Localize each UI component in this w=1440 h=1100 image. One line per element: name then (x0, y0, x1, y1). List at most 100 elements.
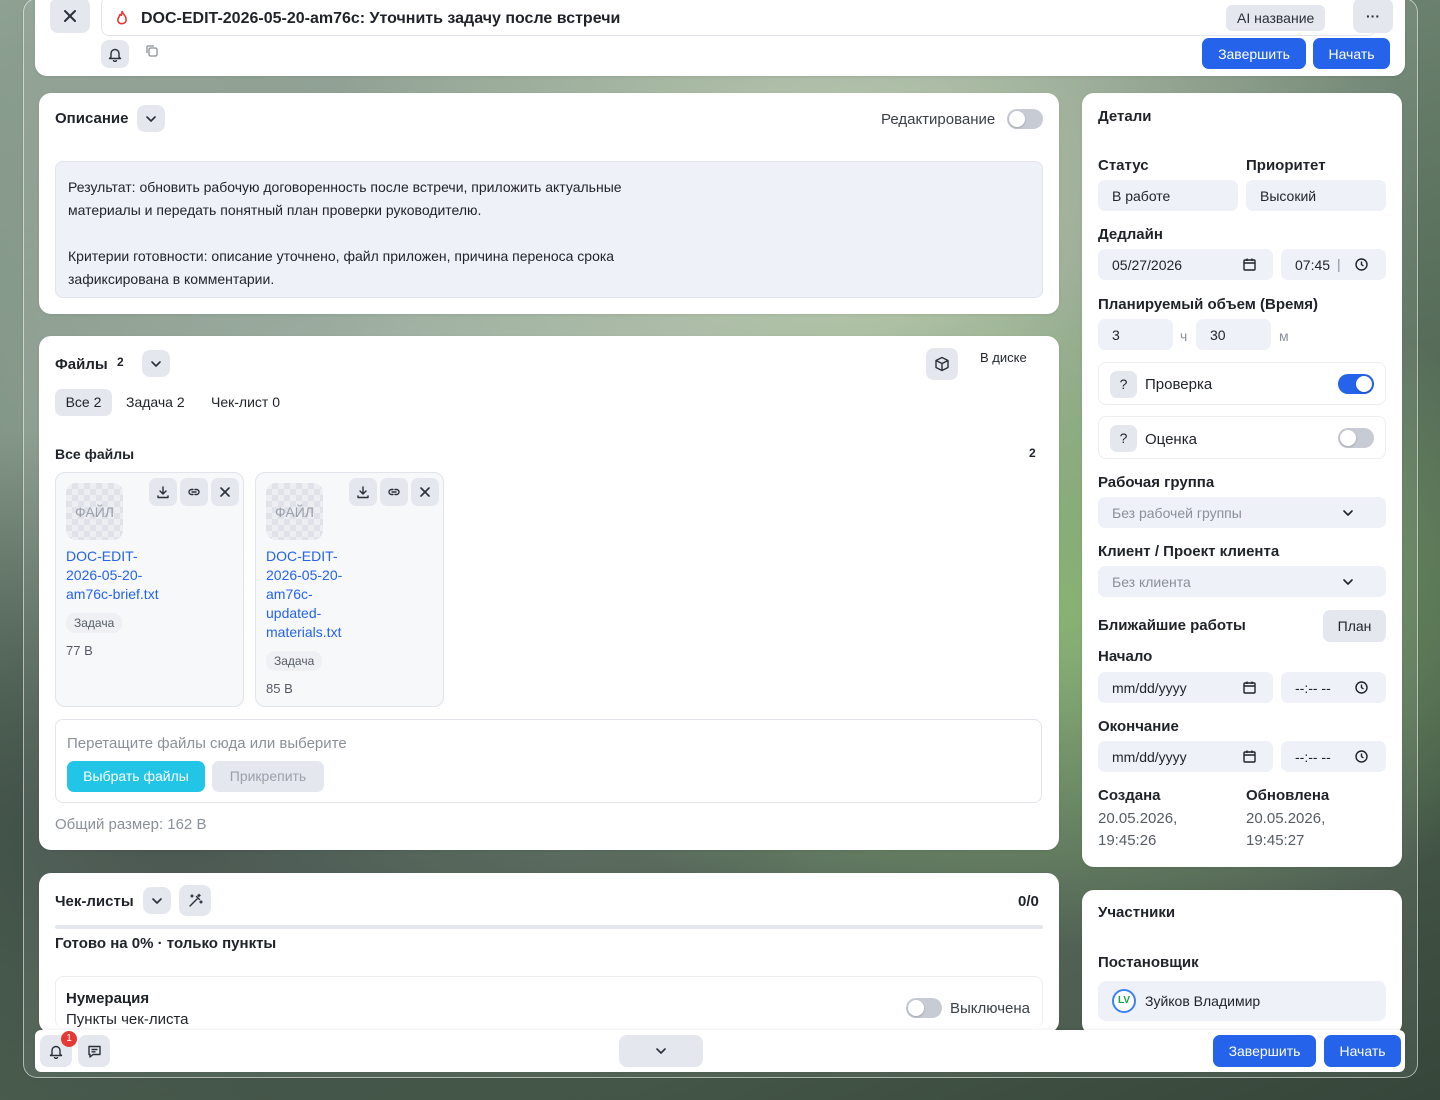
description-line: Результат: обновить рабочую договореннос… (68, 179, 622, 195)
start-date-input[interactable]: mm/dd/yyyy (1098, 672, 1273, 703)
file-card[interactable]: ФАЙЛ DOC-EDIT- 2026-05-20- am76c-updated-m… (255, 472, 444, 707)
copy-link-button[interactable] (380, 478, 408, 506)
remove-file-button[interactable] (211, 478, 239, 506)
avatar: LV (1112, 989, 1136, 1013)
creator-name: Зуйков Владимир (1145, 993, 1261, 1009)
priority-select[interactable]: Высокий (1246, 180, 1386, 211)
checklists-progress-text: Готово на 0% · только пункты (55, 935, 277, 952)
clock-icon (1355, 681, 1368, 694)
files-count-badge: 2 (117, 355, 124, 369)
end-time-input[interactable]: --:-- -- (1281, 741, 1386, 772)
files-tab-all[interactable]: Все 2 (55, 389, 112, 416)
copy-icon (146, 45, 158, 57)
calendar-icon (1243, 750, 1256, 763)
workgroup-label: Рабочая группа (1098, 474, 1215, 491)
numbering-section: Нумерация Пункты чек-листа Выключена (55, 976, 1043, 1028)
all-files-count: 2 (1029, 446, 1036, 460)
copy-button[interactable] (145, 44, 163, 62)
disk-button[interactable] (926, 348, 958, 380)
attach-button[interactable]: Прикрепить (212, 761, 324, 792)
file-name-link[interactable]: DOC-EDIT- 2026-05-20- am76c-updated-materi… (266, 547, 386, 642)
numbering-title: Нумерация (66, 990, 150, 1007)
numbering-subtitle: Пункты чек-листа (66, 1011, 189, 1028)
deadline-time-value: 07:45 (1295, 256, 1331, 273)
close-icon (64, 9, 76, 22)
files-tab-checklist[interactable]: Чек-лист 0 (211, 394, 280, 410)
remove-file-button[interactable] (411, 478, 439, 506)
copy-link-button[interactable] (180, 478, 208, 506)
help-icon[interactable]: ? (1110, 371, 1137, 398)
planned-minutes-input[interactable]: 30 (1196, 319, 1271, 350)
expand-panel-button[interactable] (619, 1035, 703, 1067)
clock-icon (1355, 750, 1368, 763)
file-card[interactable]: ФАЙЛ DOC-EDIT- 2026-05-20- am76c-brief.txt… (55, 472, 244, 707)
rating-row: ? Оценка (1098, 416, 1386, 459)
checklist-ai-button[interactable] (179, 885, 211, 916)
link-icon (188, 488, 200, 496)
chevron-down-icon (151, 360, 161, 367)
notify-toggle-button[interactable] (101, 40, 129, 68)
priority-label: Приоритет (1246, 157, 1326, 174)
creator-label: Постановщик (1098, 954, 1199, 971)
workgroup-select[interactable]: Без рабочей группы (1098, 497, 1386, 528)
creator-chip[interactable]: LV Зуйков Владимир (1098, 981, 1386, 1021)
comment-icon (87, 1045, 101, 1058)
finish-button[interactable]: Завершить (1202, 38, 1306, 69)
file-tag: Задача (266, 651, 323, 671)
files-collapse-button[interactable] (142, 350, 170, 377)
file-name-link[interactable]: DOC-EDIT- 2026-05-20- am76c-brief.txt (66, 547, 186, 604)
checklists-ratio: 0/0 (1018, 893, 1039, 910)
deadline-time-input[interactable]: 07:45 | (1281, 249, 1386, 280)
footer-start-button[interactable]: Начать (1324, 1035, 1401, 1067)
participants-title: Участники (1098, 904, 1176, 921)
status-label: Статус (1098, 157, 1149, 174)
rating-toggle[interactable] (1338, 428, 1374, 448)
task-header: DOC-EDIT-2026-05-20-am76c: Уточнить зада… (35, 0, 1405, 76)
updated-label: Обновлена (1246, 787, 1330, 804)
minutes-unit: м (1279, 328, 1289, 344)
choose-files-button[interactable]: Выбрать файлы (67, 761, 205, 792)
review-toggle[interactable] (1338, 374, 1374, 394)
rating-label: Оценка (1145, 431, 1197, 448)
workgroup-value: Без рабочей группы (1112, 504, 1242, 521)
help-icon[interactable]: ? (1110, 425, 1137, 452)
edit-mode-toggle[interactable] (1007, 109, 1043, 129)
numbering-toggle[interactable] (906, 998, 942, 1018)
description-title: Описание (55, 110, 129, 127)
start-button[interactable]: Начать (1313, 38, 1390, 69)
footer-finish-button[interactable]: Завершить (1213, 1035, 1316, 1067)
close-button[interactable] (50, 0, 90, 33)
details-title: Детали (1098, 108, 1152, 125)
description-collapse-button[interactable] (137, 105, 165, 132)
file-drop-zone[interactable]: Перетащите файлы сюда или выберите Выбра… (55, 719, 1042, 803)
file-thumbnail: ФАЙЛ (66, 483, 123, 540)
planned-hours-input[interactable]: 3 (1098, 319, 1173, 350)
files-tab-task[interactable]: Задача 2 (126, 394, 185, 410)
comments-button[interactable] (78, 1035, 110, 1067)
plan-button[interactable]: План (1323, 610, 1386, 642)
start-time-input[interactable]: --:-- -- (1281, 672, 1386, 703)
title-field[interactable]: DOC-EDIT-2026-05-20-am76c: Уточнить зада… (101, 0, 1376, 36)
download-button[interactable] (149, 478, 177, 506)
client-select[interactable]: Без клиента (1098, 566, 1386, 597)
download-button[interactable] (349, 478, 377, 506)
planned-label: Планируемый объем (Время) (1098, 296, 1319, 313)
description-body: Результат: обновить рабочую договореннос… (55, 161, 1043, 298)
ai-title-button[interactable]: AI название (1226, 5, 1326, 31)
checklists-collapse-button[interactable] (143, 887, 171, 914)
bell-icon (108, 48, 122, 62)
clock-icon (1355, 258, 1368, 271)
file-size: 77 B (66, 643, 93, 658)
numbering-state: Выключена (950, 1000, 1030, 1017)
notification-count-badge: 1 (61, 1031, 77, 1047)
more-button[interactable]: ··· (1353, 0, 1393, 33)
status-select[interactable]: В работе (1098, 180, 1238, 211)
description-card: Описание Редактирование Результат: обнов… (39, 93, 1059, 314)
end-date-input[interactable]: mm/dd/yyyy (1098, 741, 1273, 772)
created-label: Создана (1098, 787, 1161, 804)
link-icon (388, 488, 400, 496)
upcoming-label: Ближайшие работы (1098, 617, 1246, 634)
deadline-date-input[interactable]: 05/27/2026 (1098, 249, 1273, 280)
footer-bar (35, 1030, 1405, 1072)
client-label: Клиент / Проект клиента (1098, 543, 1280, 560)
